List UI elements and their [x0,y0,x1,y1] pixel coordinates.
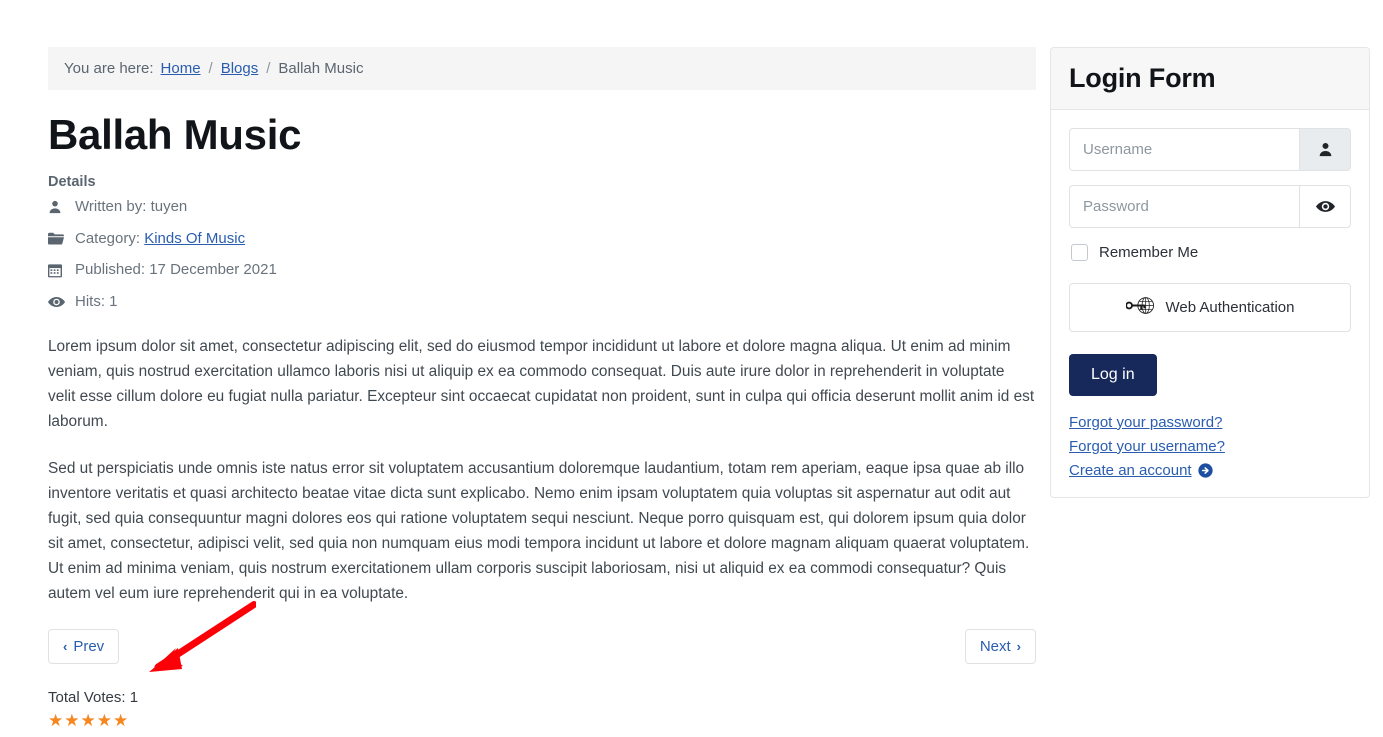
meta-item-author: Written by: tuyen [48,196,1036,219]
meta-item-published: Published: 17 December 2021 [48,259,1036,282]
details-heading: Details [48,174,96,191]
breadcrumb-separator: / [266,60,271,77]
remember-me-checkbox[interactable] [1071,243,1088,261]
meta-item-hits: Hits: 1 [48,291,1036,314]
password-input[interactable] [1069,184,1299,228]
page-title: Ballah Music [48,111,302,158]
forgot-username-label: Forgot your username? [1069,437,1225,455]
breadcrumb-item-blogs[interactable]: Blogs [221,58,259,79]
login-form-header: Login Form [1051,48,1369,110]
login-button[interactable]: Log in [1069,353,1157,396]
username-group [1069,127,1351,171]
page-root: You are here: Home / Blogs / Ballah Musi… [0,0,1383,737]
web-authentication-label: Web Authentication [1165,298,1295,316]
next-button-label: Next [979,637,1011,655]
meta-author-text: Written by: tuyen [75,198,188,216]
forgot-password-link[interactable]: Forgot your password? [1069,414,1222,431]
login-form-title: Login Form [1069,63,1216,93]
total-votes-label: Total Votes: 1 [48,688,139,706]
calendar-icon [48,263,66,278]
chevron-left-icon: ‹ [63,638,68,654]
sidebar: Login Form Username Remember Me Web Auth… [1050,47,1370,498]
username-input[interactable] [1069,127,1299,171]
meta-item-category: Category: Kinds Of Music [48,228,1036,251]
web-authentication-button[interactable]: Web Authentication [1069,282,1351,332]
breadcrumb-separator: / [208,60,213,77]
create-account-label: Create an account [1069,461,1192,479]
folder-icon [48,232,66,245]
login-form-panel: Login Form Username Remember Me Web Auth… [1050,47,1370,498]
main-content-column: You are here: Home / Blogs / Ballah Musi… [48,47,1036,737]
breadcrumb-item-current: Ballah Music [278,60,364,77]
forgot-username-link[interactable]: Forgot your username? [1069,438,1225,455]
remember-me-label: Remember Me [1099,243,1199,261]
eye-icon [48,296,66,308]
meta-category-link[interactable]: Kinds Of Music [144,228,245,251]
star-rating: ★★★★★ [48,710,130,730]
prev-button[interactable]: ‹ Prev [48,628,120,664]
prev-button-label: Prev [73,637,105,655]
article-pagination: ‹ Prev Next › [48,628,1036,671]
breadcrumb-lead: You are here: [64,60,154,77]
next-button[interactable]: Next › [964,628,1036,664]
login-help-links: Forgot your password? Forgot your userna… [1069,414,1351,479]
breadcrumb-item-home[interactable]: Home [161,58,201,79]
meta-category-text: Category: [75,229,145,247]
create-account-link[interactable]: Create an account [1069,462,1213,479]
meta-published-text: Published: 17 December 2021 [75,261,277,279]
article-body: Lorem ipsum dolor sit amet, consectetur … [48,335,1036,607]
article-paragraph: Lorem ipsum dolor sit amet, consectetur … [48,338,1035,431]
user-icon[interactable] [1299,127,1351,171]
login-form-body: Remember Me [1051,110,1369,497]
arrow-right-circle-icon [1197,463,1213,478]
remember-me-row: Remember Me [1071,243,1351,261]
key-globe-icon [1124,296,1156,319]
meta-hits-text: Hits: 1 [75,292,118,310]
password-group [1069,184,1351,228]
voting-widget: Total Votes: 1 ★★★★★ Vote 5 Rate [48,689,1036,737]
article-meta-list: Written by: tuyen Category: Kinds Of Mus… [48,196,1036,313]
user-icon [48,200,66,214]
eye-icon[interactable] [1299,184,1351,228]
article-paragraph: Sed ut perspiciatis unde omnis iste natu… [48,460,1030,602]
chevron-right-icon: › [1016,638,1021,654]
breadcrumb: You are here: Home / Blogs / Ballah Musi… [48,47,1036,90]
